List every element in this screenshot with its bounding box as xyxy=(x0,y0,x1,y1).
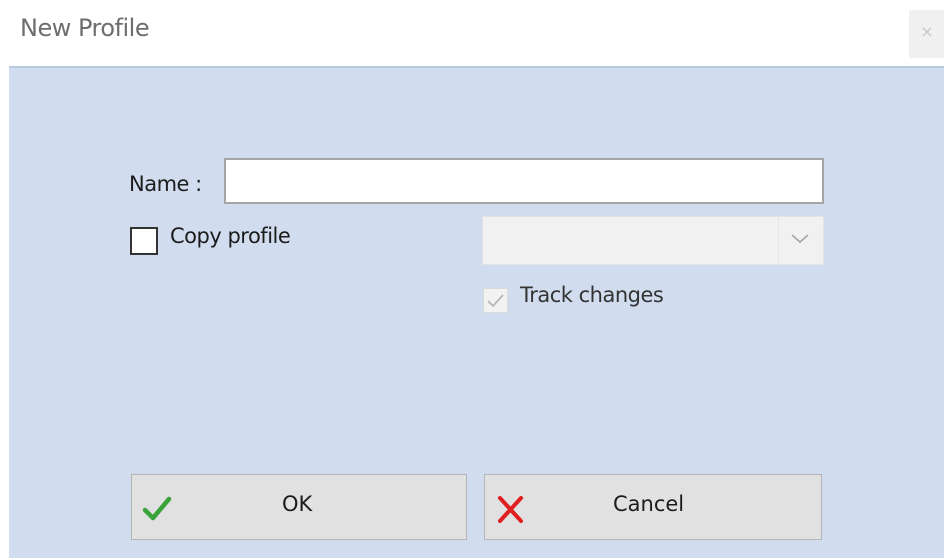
new-profile-dialog: New Profile × Name : Copy profile Track … xyxy=(0,0,944,558)
title-bar: New Profile × xyxy=(0,0,944,66)
cancel-button[interactable]: Cancel xyxy=(484,474,822,540)
track-changes-label[interactable]: Track changes xyxy=(520,283,664,307)
close-button[interactable]: × xyxy=(909,10,944,58)
close-icon: × xyxy=(920,22,934,41)
name-input[interactable] xyxy=(224,158,824,204)
profile-select[interactable] xyxy=(482,216,824,265)
chevron-down-icon xyxy=(791,234,809,244)
checkmark-icon xyxy=(142,496,172,521)
copy-profile-label[interactable]: Copy profile xyxy=(170,224,291,248)
name-label: Name : xyxy=(129,172,202,196)
track-changes-checkbox[interactable] xyxy=(483,288,508,313)
red-x-icon xyxy=(498,496,523,523)
check-icon xyxy=(487,294,504,308)
dialog-title: New Profile xyxy=(20,14,150,42)
ok-button-label: OK xyxy=(282,492,313,516)
copy-profile-checkbox[interactable] xyxy=(130,227,158,255)
ok-button[interactable]: OK xyxy=(131,474,467,540)
select-divider xyxy=(778,217,779,264)
cancel-button-label: Cancel xyxy=(613,492,685,516)
